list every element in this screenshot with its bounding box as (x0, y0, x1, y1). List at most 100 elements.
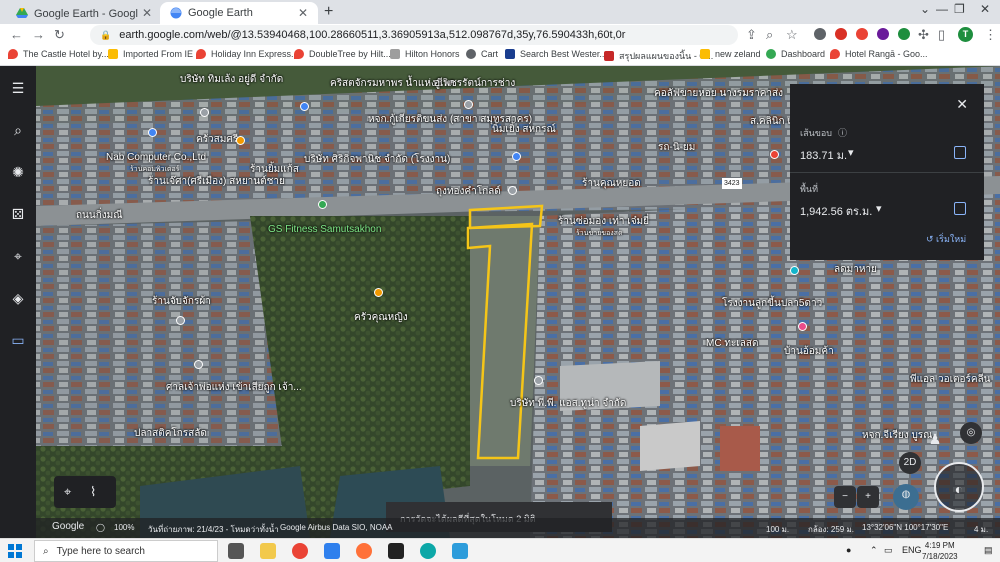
dice-icon[interactable]: ⚄ (10, 206, 26, 222)
chevron-down-icon[interactable]: ⌄ (920, 2, 930, 16)
view-2d-button[interactable]: 2D (899, 452, 921, 474)
place-pin-icon[interactable] (798, 322, 807, 331)
map-label[interactable]: รถ-นิ-ยม (658, 142, 695, 153)
zoom-in-button[interactable]: + (857, 486, 879, 508)
place-pin-icon[interactable] (508, 186, 517, 195)
map-label[interactable]: บริษัท พี.พี. แอส.ทูน่า จำกัด (510, 398, 626, 409)
extension-icon[interactable] (898, 28, 910, 40)
extension-icon[interactable] (877, 28, 889, 40)
notification-badge-icon[interactable]: ● (846, 545, 851, 555)
place-pin-icon[interactable] (176, 316, 185, 325)
area-value[interactable]: 1,942.56 ตร.ม. (800, 202, 872, 220)
map-label[interactable]: ครัวสมศรี (196, 134, 238, 145)
bookmark-star-icon[interactable]: ☆ (786, 27, 798, 43)
map-label[interactable]: หจก.จีเรียง บูรณ (862, 430, 932, 441)
address-bar[interactable]: 🔒 earth.google.com/web/@13.53940468,100.… (90, 25, 738, 45)
scale-bar[interactable]: 100 ม. (766, 523, 789, 536)
windows-start-icon[interactable] (8, 544, 22, 558)
photos-icon[interactable] (452, 543, 468, 559)
globe-icon[interactable]: ◍ (893, 484, 919, 510)
notifications-icon[interactable]: ▤ (984, 545, 993, 556)
bookmark-item[interactable]: The Castle Hotel by... (8, 49, 109, 59)
edge-icon[interactable] (420, 543, 436, 559)
map-label[interactable]: ร้านเจ๊ศา(ศรีเมือง) สหยานต์ชาย (148, 176, 285, 187)
projects-pin-icon[interactable]: ⌖ (10, 248, 26, 264)
bookmark-item[interactable]: DoubleTree by Hilt... (294, 49, 391, 59)
map-label[interactable]: Nab Computer Co.,Ltd (106, 152, 206, 163)
bookmark-item[interactable]: สรุปผลแผนของนิ้น - C... (604, 49, 713, 63)
ruler-icon[interactable]: ▭ (10, 332, 26, 348)
restart-button[interactable]: ↺ เริ่มใหม่ (926, 232, 966, 246)
tray-chevron-icon[interactable]: ⌃ (870, 545, 878, 556)
bookmark-item[interactable]: Dashboard (766, 49, 825, 59)
location-pin-icon[interactable]: ⌖ (64, 484, 71, 500)
data-attribution[interactable]: Google Airbus Data SIO, NOAA (280, 523, 393, 532)
tab-google-earth[interactable]: Google Earth ✕ (160, 2, 318, 24)
place-pin-icon[interactable] (464, 100, 473, 109)
share-icon[interactable]: ⇪ (746, 27, 757, 43)
taskbar-search[interactable]: ⌕ Type here to search (34, 540, 218, 562)
taskbar-clock[interactable]: 4:19 PM 7/18/2023 (922, 540, 958, 562)
map-label[interactable]: ครัวคุณหญิง (354, 312, 408, 323)
unit-dropdown-icon[interactable]: ▾ (848, 146, 854, 159)
restaurant-pin-icon[interactable] (236, 136, 245, 145)
tab-google-drive[interactable]: Google Earth - Google ไดรฟ์ ✕ (6, 2, 162, 24)
place-pin-icon[interactable] (148, 128, 157, 137)
bookmark-item[interactable]: Holiday Inn Express... (196, 49, 299, 59)
place-pin-icon[interactable] (300, 102, 309, 111)
back-icon[interactable]: ← (10, 27, 23, 42)
place-pin-icon[interactable] (790, 266, 799, 275)
imagery-date[interactable]: วันที่ถ่ายภาพ: 21/4/23 - โหมดว่าทั้งน้ำ (148, 523, 279, 536)
place-pin-icon[interactable] (534, 376, 543, 385)
help-icon[interactable]: ⓘ (838, 126, 847, 139)
voyager-icon[interactable]: ✺ (10, 164, 26, 180)
network-icon[interactable]: ▭ (884, 545, 893, 556)
file-explorer-icon[interactable] (260, 543, 276, 559)
new-tab-icon[interactable]: + (324, 3, 333, 21)
copy-icon[interactable] (954, 202, 966, 215)
my-location-icon[interactable]: ◎ (960, 422, 982, 444)
bookmark-item[interactable]: Search Best Wester... (505, 49, 607, 59)
chrome-icon[interactable] (292, 543, 308, 559)
map-label[interactable]: อู่เพชรรัตน์การช่าง (434, 78, 515, 89)
extension-icon[interactable] (814, 28, 826, 40)
firefox-icon[interactable] (356, 543, 372, 559)
restore-icon[interactable]: ❐ (954, 2, 965, 16)
place-pin-icon[interactable] (200, 108, 209, 117)
map-label[interactable]: GS Fitness Samutsakhon (268, 224, 381, 235)
task-view-icon[interactable] (228, 543, 244, 559)
map-label[interactable]: บ้านอ้อมค้า (784, 346, 834, 357)
map-label[interactable]: พีแอล วอเตอร์คลีน (910, 374, 991, 385)
extension-icon[interactable] (835, 28, 847, 40)
fitness-pin-icon[interactable] (318, 200, 327, 209)
tab-close-icon[interactable]: ✕ (298, 6, 308, 20)
map-label[interactable]: ร้านคุณหยอด (582, 178, 641, 189)
path-icon[interactable]: ⌇ (90, 484, 96, 500)
map-label[interactable]: ศาลเจ้าพ่อแห่ง เข้าเสียถูก เจ้า... (166, 382, 302, 393)
close-window-icon[interactable]: ✕ (980, 2, 990, 16)
search-icon[interactable]: ⌕ (10, 122, 26, 138)
map-label[interactable]: คอลัฟขายหอย นางรมราคาส่ง (654, 88, 783, 99)
map-label[interactable]: ถุงทองคำโกลด์ (436, 186, 501, 197)
zoom-out-button[interactable]: − (834, 486, 856, 508)
close-icon[interactable]: ✕ (956, 96, 968, 113)
menu-icon[interactable]: ⋮ (984, 27, 997, 43)
pegman-icon[interactable]: ♟ (924, 428, 946, 450)
language-indicator[interactable]: ENG (902, 545, 922, 555)
extensions-puzzle-icon[interactable]: ✣ (918, 27, 929, 43)
perimeter-value[interactable]: 183.71 ม. (800, 146, 847, 164)
copy-icon[interactable] (954, 146, 966, 159)
map-label[interactable]: บริษัท ศิริกิจพานิช จำกัด (โรงงาน) (304, 154, 450, 165)
bookmark-item[interactable]: Cart (466, 49, 498, 59)
compass-icon[interactable]: ◐ (934, 462, 984, 512)
place-pin-icon[interactable] (194, 360, 203, 369)
bookmark-item[interactable]: Hotel Rangā - Goo... (830, 49, 928, 59)
layers-icon[interactable]: ◈ (10, 290, 26, 306)
restaurant-pin-icon[interactable] (374, 288, 383, 297)
place-pin-icon[interactable] (512, 152, 521, 161)
profile-avatar[interactable]: T (958, 27, 973, 42)
map-label[interactable]: นิ้มเยิ้ง สหกรณ์ (492, 124, 556, 135)
unit-dropdown-icon[interactable]: ▾ (876, 202, 882, 215)
store-icon[interactable] (324, 543, 340, 559)
zoom-icon[interactable]: ⌕ (766, 27, 773, 43)
